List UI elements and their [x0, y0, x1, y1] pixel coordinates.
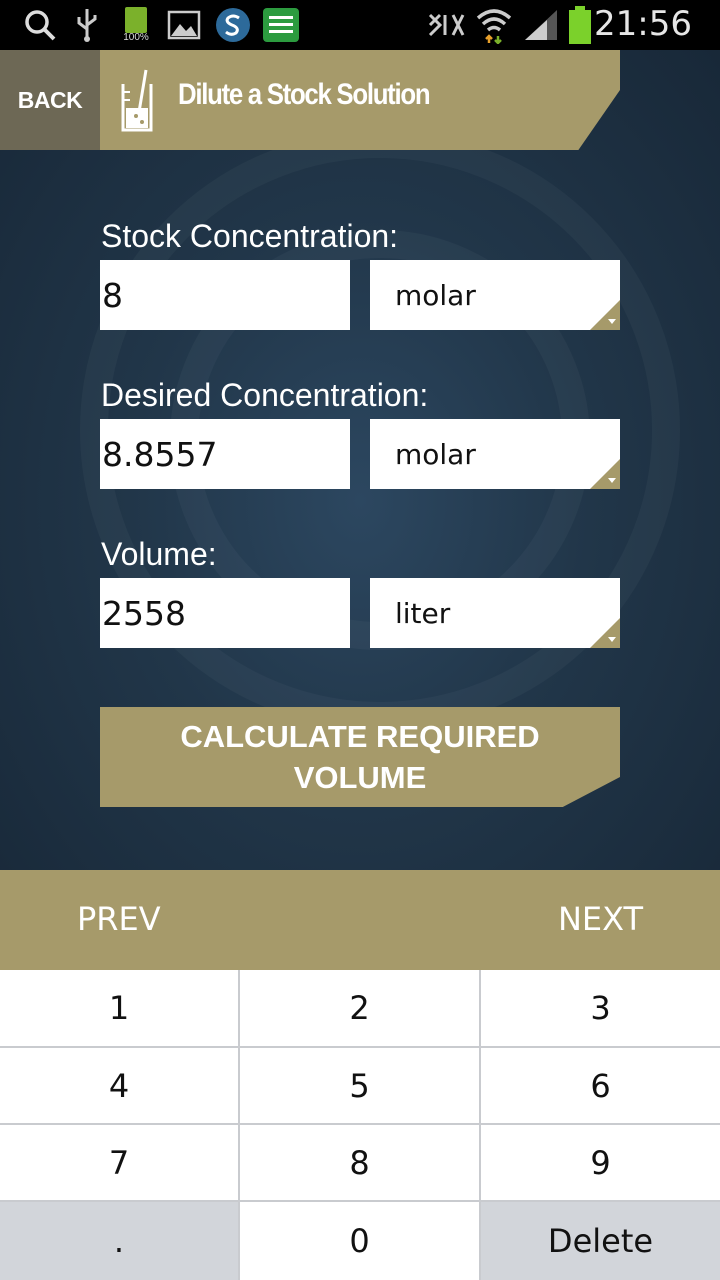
wifi-icon [474, 7, 514, 44]
battery-percent: 100% [123, 32, 149, 43]
stock-concentration-input[interactable]: 8 [100, 260, 350, 330]
desired-unit-select[interactable]: molar [370, 419, 620, 489]
volume-unit-value: liter [395, 596, 451, 630]
cellular-icon [522, 7, 560, 43]
app-s-icon [213, 7, 253, 43]
clock: 21:56 [594, 4, 692, 44]
desired-concentration-label: Desired Concentration: [101, 377, 429, 413]
battery-icon [566, 6, 594, 44]
dropdown-corner [590, 618, 620, 648]
delete-key[interactable]: Delete [481, 1202, 720, 1280]
stock-concentration-label: Stock Concentration: [101, 218, 399, 254]
volume-unit-select[interactable]: liter [370, 578, 620, 648]
header: BACK Dilute a Stock Solution [0, 50, 720, 150]
key-2[interactable]: 2 [240, 970, 479, 1046]
key-7[interactable]: 7 [0, 1125, 238, 1200]
title-bar: Dilute a Stock Solution [100, 50, 620, 150]
stock-unit-value: molar [395, 278, 476, 312]
signal-mute-icon [426, 7, 466, 43]
key-decimal[interactable]: . [0, 1202, 238, 1280]
key-4[interactable]: 4 [0, 1048, 238, 1123]
usb-icon [72, 7, 102, 43]
page-title: Dilute a Stock Solution [178, 78, 431, 111]
dropdown-corner [590, 300, 620, 330]
volume-input[interactable]: 2558 [100, 578, 350, 648]
main-content: BACK Dilute a Stock Solution Stock Conce… [0, 50, 720, 870]
beaker-icon [121, 69, 153, 132]
dropdown-corner [590, 459, 620, 489]
key-9[interactable]: 9 [481, 1125, 720, 1200]
next-button[interactable]: NEXT [558, 900, 643, 938]
status-bar: 100% 21:56 [0, 0, 720, 50]
key-1[interactable]: 1 [0, 970, 238, 1046]
stock-unit-select[interactable]: molar [370, 260, 620, 330]
key-5[interactable]: 5 [240, 1048, 479, 1123]
volume-label: Volume: [101, 536, 217, 572]
calculate-button-label: CALCULATE REQUIRED VOLUME [180, 719, 540, 795]
numeric-keypad: 1 2 3 4 5 6 7 8 9 . 0 Delete [0, 970, 720, 1280]
key-0[interactable]: 0 [240, 1202, 479, 1280]
battery-full-icon: 100% [118, 7, 154, 43]
app-green-icon [262, 7, 300, 43]
keyboard-nav-bar: PREV NEXT [0, 870, 720, 970]
search-icon [22, 7, 58, 43]
back-button[interactable]: BACK [0, 50, 100, 150]
prev-button[interactable]: PREV [77, 900, 161, 938]
key-8[interactable]: 8 [240, 1125, 479, 1200]
key-3[interactable]: 3 [481, 970, 720, 1046]
chevron-down-icon [608, 637, 616, 642]
chevron-down-icon [608, 478, 616, 483]
chevron-down-icon [608, 319, 616, 324]
desired-concentration-input[interactable]: 8.8557 [100, 419, 350, 489]
calculate-button[interactable]: CALCULATE REQUIRED VOLUME [100, 707, 620, 807]
desired-unit-value: molar [395, 437, 476, 471]
key-6[interactable]: 6 [481, 1048, 720, 1123]
gallery-icon [166, 7, 202, 43]
